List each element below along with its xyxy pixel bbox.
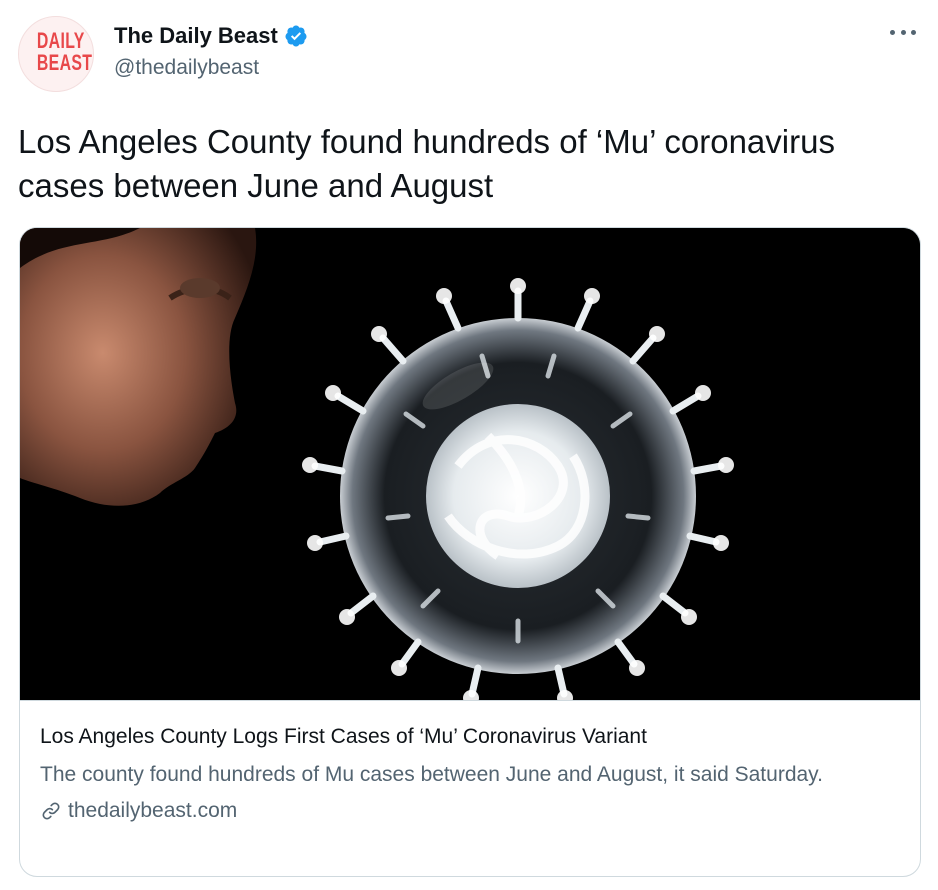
verified-badge-icon — [285, 25, 307, 47]
dot — [911, 29, 916, 35]
link-icon — [42, 802, 60, 820]
author-name-row: The Daily Beast — [114, 22, 308, 50]
link-preview-card[interactable]: Los Angeles County Logs First Cases of ‘… — [19, 227, 921, 877]
dot — [900, 29, 906, 35]
card-domain: thedailybeast.com — [68, 799, 238, 822]
avatar-logo: DAILY BEAST — [36, 28, 93, 75]
avatar[interactable]: DAILY BEAST — [18, 16, 94, 92]
card-description: The county found hundreds of Mu cases be… — [40, 763, 823, 786]
card-domain-row: thedailybeast.com — [40, 799, 902, 823]
dot — [890, 29, 895, 35]
card-image[interactable] — [20, 228, 920, 700]
tweet-header: DAILY BEAST The Daily Beast @thedailybea… — [18, 16, 920, 92]
tweet-text: Los Angeles County found hundreds of ‘Mu… — [18, 123, 835, 204]
author-handle[interactable]: @thedailybeast — [114, 56, 259, 80]
display-name[interactable]: The Daily Beast — [114, 23, 278, 49]
card-body[interactable]: Los Angeles County Logs First Cases of ‘… — [20, 700, 920, 876]
more-options-icon[interactable] — [890, 22, 916, 42]
coronavirus-sculpture-image — [20, 228, 920, 700]
card-title: Los Angeles County Logs First Cases of ‘… — [40, 725, 647, 748]
